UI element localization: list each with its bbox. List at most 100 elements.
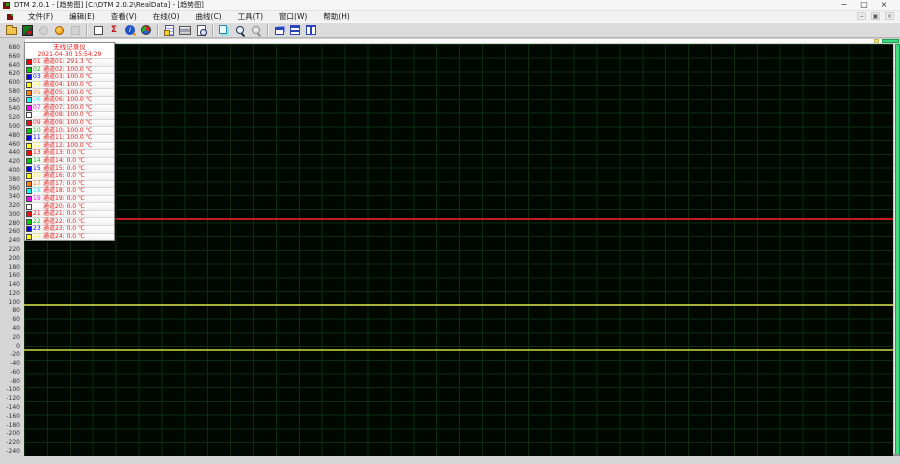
toolbar-button-report[interactable] xyxy=(161,23,177,37)
legend-row[interactable]: 23通道23: 0.0 ℃ xyxy=(25,225,114,233)
y-tick-label: 140 xyxy=(0,282,20,288)
channel-text: 通道20: 0.0 ℃ xyxy=(43,204,85,210)
close-button[interactable]: × xyxy=(874,0,894,10)
legend-row[interactable]: 03通道03: 100.0 ℃ xyxy=(25,73,114,81)
legend-row[interactable]: 17通道17: 0.0 ℃ xyxy=(25,180,114,188)
maximize-button[interactable]: □ xyxy=(854,0,874,10)
toolbar-button-printer[interactable] xyxy=(177,23,193,37)
mdi-close-button[interactable]: × xyxy=(885,12,894,20)
legend-row[interactable]: 09通道09: 100.0 ℃ xyxy=(25,119,114,127)
legend-row[interactable]: 22通道22: 0.0 ℃ xyxy=(25,217,114,225)
mdi-restore-button[interactable]: ▣ xyxy=(871,12,880,20)
y-tick-label: -80 xyxy=(0,379,20,385)
legend-row[interactable]: 24通道24: 0.0 ℃ xyxy=(25,233,114,241)
y-tick-label: 100 xyxy=(0,300,20,306)
plot-area[interactable] xyxy=(24,44,893,456)
toolbar-button-info[interactable]: i xyxy=(122,23,138,37)
y-tick-label: 580 xyxy=(0,89,20,95)
toolbar-button-circle-orange[interactable] xyxy=(51,23,67,37)
channel-color-swatch xyxy=(26,226,32,232)
y-tick-label: -60 xyxy=(0,370,20,376)
y-tick-label: 440 xyxy=(0,150,20,156)
channel-color-swatch xyxy=(26,143,32,149)
channel-number: 06 xyxy=(33,97,42,103)
legend-row[interactable]: 20通道20: 0.0 ℃ xyxy=(25,202,114,210)
toolbar: Σi xyxy=(0,22,900,38)
pie-chart-icon xyxy=(141,25,151,35)
time-scrollbar-thumb[interactable] xyxy=(882,39,899,43)
vertical-scrollbar-thumb[interactable] xyxy=(895,44,900,456)
legend-row[interactable]: 13通道13: 0.0 ℃ xyxy=(25,149,114,157)
circle-orange-icon xyxy=(55,26,64,35)
menu-item-file[interactable]: 文件(F) xyxy=(20,11,61,22)
trend-line xyxy=(24,349,893,351)
y-tick-label: -240 xyxy=(0,449,20,455)
toolbar-button-print-preview[interactable] xyxy=(193,23,209,37)
menu-item-curve[interactable]: 曲线(C) xyxy=(188,11,230,22)
toolbar-button-device-link[interactable] xyxy=(19,23,35,37)
toolbar-button-pie-chart[interactable] xyxy=(138,23,154,37)
channel-text: 通道24: 0.0 ℃ xyxy=(43,234,85,240)
legend-row[interactable]: 04通道04: 100.0 ℃ xyxy=(25,81,114,89)
toolbar-button-zoom-in[interactable] xyxy=(232,23,248,37)
channel-color-swatch xyxy=(26,234,32,240)
channel-color-swatch xyxy=(26,135,32,141)
y-tick-label: -180 xyxy=(0,423,20,429)
mdi-minimize-button[interactable]: − xyxy=(857,12,866,20)
y-tick-label: 660 xyxy=(0,54,20,60)
legend-row[interactable]: 14通道14: 0.0 ℃ xyxy=(25,157,114,165)
menu-item-edit[interactable]: 编辑(E) xyxy=(61,11,103,22)
vertical-scrollbar[interactable] xyxy=(893,44,900,456)
channel-text: 通道22: 0.0 ℃ xyxy=(43,219,85,225)
window-cascade-icon xyxy=(275,27,284,35)
channel-color-swatch xyxy=(26,59,32,65)
legend-row[interactable]: 21通道21: 0.0 ℃ xyxy=(25,210,114,218)
channel-number: 11 xyxy=(33,135,42,141)
menu-item-window[interactable]: 窗口(W) xyxy=(271,11,315,22)
menu-item-online[interactable]: 在线(O) xyxy=(145,11,188,22)
legend-row[interactable]: 01通道01: 291.3 ℃ xyxy=(25,58,114,66)
toolbar-button-copy[interactable] xyxy=(216,23,232,37)
channel-number: 05 xyxy=(33,90,42,96)
y-tick-label: 120 xyxy=(0,291,20,297)
printer-icon xyxy=(179,26,191,35)
legend-row[interactable]: 19通道19: 0.0 ℃ xyxy=(25,195,114,203)
channel-text: 通道07: 100.0 ℃ xyxy=(43,105,92,111)
toolbar-separator xyxy=(157,25,158,36)
toolbar-separator xyxy=(212,25,213,36)
legend-row[interactable]: 05通道05: 100.0 ℃ xyxy=(25,88,114,96)
y-tick-label: 520 xyxy=(0,115,20,121)
legend-row[interactable]: 12通道12: 100.0 ℃ xyxy=(25,142,114,150)
legend-row[interactable]: 11通道11: 100.0 ℃ xyxy=(25,134,114,142)
channel-color-swatch xyxy=(26,166,32,172)
toolbar-button-sigma[interactable]: Σ xyxy=(106,23,122,37)
legend-row[interactable]: 15通道15: 0.0 ℃ xyxy=(25,164,114,172)
legend-row[interactable]: 16通道16: 0.0 ℃ xyxy=(25,172,114,180)
channel-text: 通道16: 0.0 ℃ xyxy=(43,173,85,179)
legend-row[interactable]: 06通道06: 100.0 ℃ xyxy=(25,96,114,104)
info-icon: i xyxy=(125,25,135,35)
open-folder-icon xyxy=(6,27,17,35)
channel-color-swatch xyxy=(26,120,32,126)
mdi-system-icon[interactable] xyxy=(7,14,13,20)
toolbar-button-white-box[interactable] xyxy=(90,23,106,37)
menu-item-help[interactable]: 帮助(H) xyxy=(315,11,358,22)
channel-number: 22 xyxy=(33,219,42,225)
legend-row[interactable]: 08通道08: 100.0 ℃ xyxy=(25,111,114,119)
y-tick-label: 560 xyxy=(0,98,20,104)
toolbar-button-window-cascade[interactable] xyxy=(271,23,287,37)
toolbar-button-open-folder[interactable] xyxy=(3,23,19,37)
menu-item-tools[interactable]: 工具(T) xyxy=(230,11,271,22)
toolbar-button-window-tile-v[interactable] xyxy=(303,23,319,37)
copy-icon xyxy=(219,25,227,34)
channel-color-swatch xyxy=(26,128,32,134)
toolbar-button-window-tile-h[interactable] xyxy=(287,23,303,37)
minimize-button[interactable]: − xyxy=(834,0,854,10)
channel-color-swatch xyxy=(26,196,32,202)
channel-text: 通道06: 100.0 ℃ xyxy=(43,97,92,103)
legend-row[interactable]: 10通道10: 100.0 ℃ xyxy=(25,126,114,134)
legend-row[interactable]: 18通道18: 0.0 ℃ xyxy=(25,187,114,195)
white-box-icon xyxy=(94,26,103,35)
sigma-icon: Σ xyxy=(109,25,120,36)
menu-item-view[interactable]: 查看(V) xyxy=(103,11,145,22)
